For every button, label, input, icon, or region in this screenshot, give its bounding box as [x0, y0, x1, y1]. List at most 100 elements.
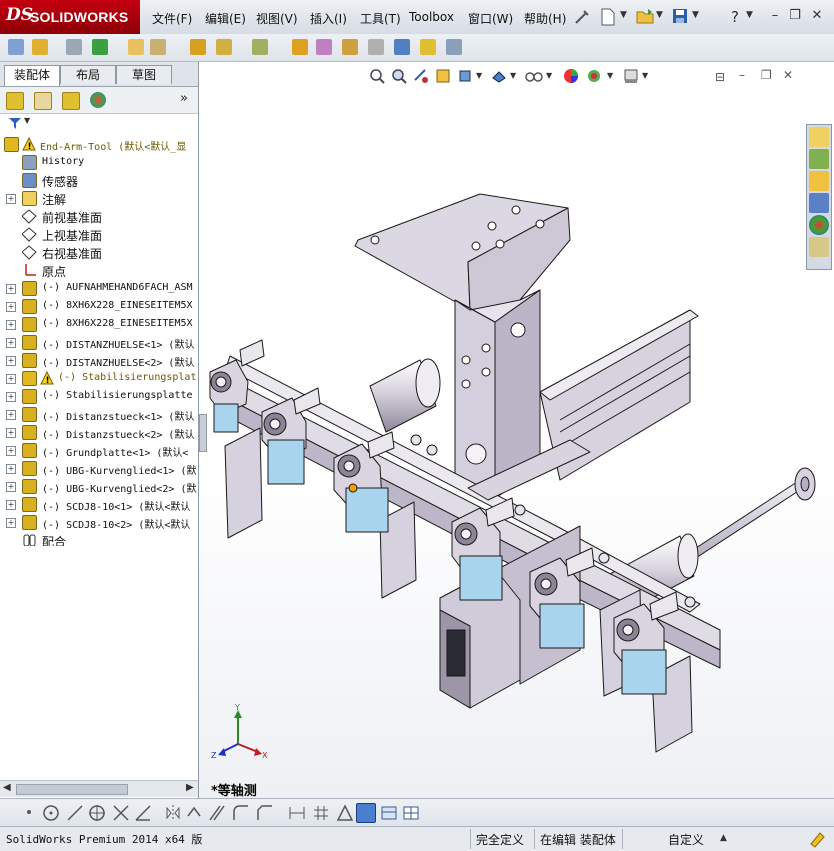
expand-icon[interactable]: + — [6, 374, 16, 384]
tree-node[interactable]: 原点 — [0, 262, 198, 280]
close-icon[interactable]: ✕ — [810, 9, 824, 23]
tree-node[interactable]: History — [0, 154, 198, 172]
options-icon[interactable] — [574, 9, 592, 25]
grid-icon[interactable] — [312, 804, 330, 822]
tree-node[interactable]: 右视基准面 — [0, 244, 198, 262]
attach-icon[interactable] — [66, 39, 82, 55]
tree-node[interactable]: 前视基准面 — [0, 208, 198, 226]
solidworks-logo[interactable]: DS SOLIDWORKS — [0, 0, 140, 34]
rebuild-status-icon[interactable] — [808, 830, 826, 848]
menu-item-4[interactable]: 工具(T) — [360, 10, 401, 26]
tree-horizontal-scrollbar[interactable]: ◀ ▶ — [0, 780, 198, 797]
scroll-thumb[interactable] — [16, 784, 128, 795]
fillet-icon[interactable] — [232, 804, 250, 822]
save-dropdown-icon[interactable]: ▼ — [692, 10, 699, 20]
tree-node[interactable]: ! End-Arm-Tool (默认<默认_显 — [0, 136, 198, 154]
tree-node[interactable]: + (-) Distanzstueck<2> (默认 — [0, 424, 198, 442]
tab-sketch[interactable]: 草图 — [116, 65, 172, 84]
property-manager-icon[interactable] — [34, 92, 52, 110]
rapid-sketch-icon[interactable] — [380, 804, 398, 822]
scroll-right-icon[interactable]: ▶ — [186, 782, 194, 793]
rebuild-icon[interactable] — [8, 39, 24, 55]
sketch-table-icon[interactable] — [402, 804, 420, 822]
feature-tree-icon[interactable] — [6, 92, 24, 110]
shaded-sketch-icon[interactable] — [356, 803, 376, 823]
menu-item-7[interactable]: 帮助(H) — [524, 10, 566, 26]
unit-system[interactable]: 自定义 — [668, 831, 704, 848]
tree-node[interactable]: + (-) AUFNAHMEHAND6FACH_ASM — [0, 280, 198, 298]
expand-icon[interactable]: + — [6, 302, 16, 312]
tree-node[interactable]: 传感器 — [0, 172, 198, 190]
chamfer-icon[interactable] — [256, 804, 274, 822]
tree-node[interactable]: + (-) UBG-Kurvenglied<2> (默 — [0, 478, 198, 496]
hide-show-icon[interactable] — [252, 39, 268, 55]
pane-collapse-handle[interactable] — [199, 414, 207, 452]
menu-item-6[interactable]: 窗口(W) — [468, 10, 513, 26]
filter-dropdown-icon[interactable]: ▼ — [24, 116, 30, 125]
configuration-manager-icon[interactable] — [62, 92, 80, 110]
minimize-icon[interactable]: – — [768, 9, 782, 23]
tree-node[interactable]: + 注解 — [0, 190, 198, 208]
custom-properties-icon[interactable] — [809, 237, 829, 257]
home-icon[interactable] — [809, 127, 829, 147]
expand-icon[interactable]: + — [6, 482, 16, 492]
open-dropdown-icon[interactable]: ▼ — [656, 10, 663, 20]
expand-icon[interactable]: + — [6, 356, 16, 366]
tree-node[interactable]: 配合 — [0, 532, 198, 546]
instant3d-icon[interactable] — [446, 39, 462, 55]
tree-node[interactable]: + (-) SCDJ8-10<2> (默认<默认 — [0, 514, 198, 532]
line-icon[interactable] — [66, 804, 84, 822]
help-dropdown-icon[interactable]: ▼ — [746, 10, 753, 20]
expand-icon[interactable]: + — [6, 392, 16, 402]
tree-node[interactable]: 上视基准面 — [0, 226, 198, 244]
tab-assembly[interactable]: 装配体 — [4, 65, 60, 86]
tree-node[interactable]: +! (-) Stabilisierungsplat — [0, 370, 198, 388]
appearances-icon[interactable] — [809, 215, 829, 235]
expand-icon[interactable]: + — [6, 194, 16, 204]
convert-entities-icon[interactable] — [186, 804, 204, 822]
reference-geometry-icon[interactable] — [342, 39, 358, 55]
tree-node[interactable]: + (-) UBG-Kurvenglied<1> (默 — [0, 460, 198, 478]
offset-icon[interactable] — [208, 804, 226, 822]
restore-icon[interactable]: ❐ — [788, 9, 802, 23]
expand-icon[interactable]: + — [6, 320, 16, 330]
angle-icon[interactable] — [134, 804, 152, 822]
select-icon[interactable] — [92, 39, 108, 55]
new-document-icon[interactable] — [600, 8, 616, 26]
circle-icon[interactable] — [42, 804, 60, 822]
new-dropdown-icon[interactable]: ▼ — [620, 10, 627, 20]
relations-icon[interactable] — [336, 804, 354, 822]
menu-item-0[interactable]: 文件(F) — [152, 10, 192, 26]
menu-item-5[interactable]: Toolbox — [409, 10, 454, 26]
expand-icon[interactable]: + — [6, 338, 16, 348]
tree-node[interactable]: + (-) SCDJ8-10<1> (默认<默认 — [0, 496, 198, 514]
point-icon[interactable] — [22, 805, 36, 819]
trim-icon[interactable] — [112, 804, 130, 822]
expand-icon[interactable]: + — [6, 518, 16, 528]
bill-of-materials-icon[interactable] — [394, 39, 410, 55]
polygon-icon[interactable] — [88, 804, 106, 822]
view-palette-icon[interactable] — [809, 193, 829, 213]
expand-icon[interactable]: + — [6, 284, 16, 294]
save-icon[interactable] — [672, 8, 688, 24]
tree-node[interactable]: + (-) Grundplatte<1> (默认< — [0, 442, 198, 460]
menu-item-1[interactable]: 编辑(E) — [205, 10, 246, 26]
edit-component-icon[interactable] — [292, 39, 308, 55]
filter-icon[interactable] — [8, 116, 22, 130]
move-component-icon[interactable] — [216, 39, 232, 55]
tree-node[interactable]: + (-) DISTANZHUELSE<1> (默认 — [0, 334, 198, 352]
design-library-icon[interactable] — [809, 149, 829, 169]
assembly-model[interactable]: Y X Z — [199, 62, 834, 798]
expand-icon[interactable]: + — [6, 500, 16, 510]
tree-node[interactable]: + (-) 8XH6X228_EINESEITEM5X — [0, 298, 198, 316]
tree-node[interactable]: + (-) Distanzstueck<1> (默认 — [0, 406, 198, 424]
exploded-view-icon[interactable] — [420, 39, 436, 55]
assembly-features-icon[interactable] — [316, 39, 332, 55]
menu-item-3[interactable]: 插入(I) — [310, 10, 347, 26]
expand-icon[interactable]: + — [6, 428, 16, 438]
insert-component-icon[interactable] — [128, 39, 144, 55]
smart-fasteners-icon[interactable] — [190, 39, 206, 55]
expand-panel-icon[interactable]: » — [180, 91, 188, 106]
tab-layout[interactable]: 布局 — [60, 65, 116, 84]
file-explorer-icon[interactable] — [809, 171, 829, 191]
